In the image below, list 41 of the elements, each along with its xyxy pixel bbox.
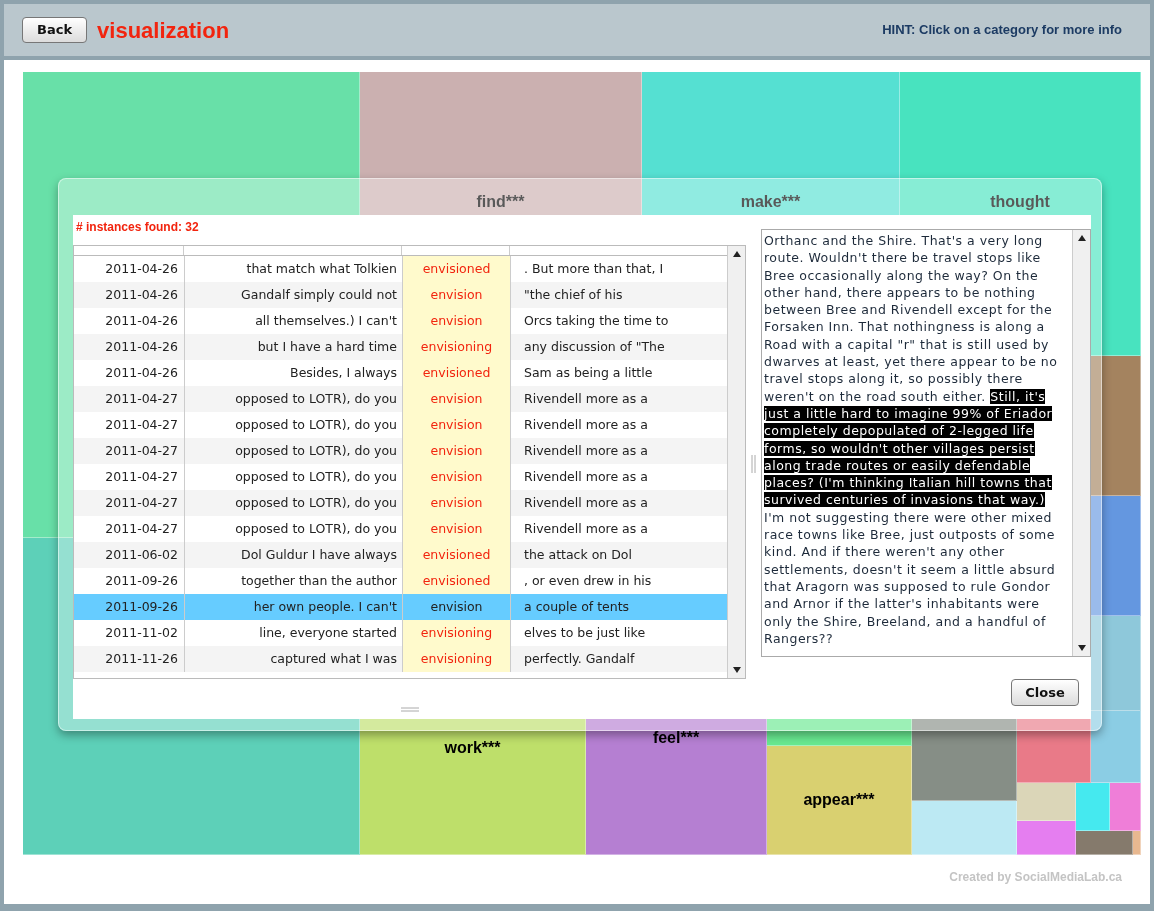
category-label: work*** xyxy=(444,738,501,758)
date-cell-text: 2011-04-27 xyxy=(104,441,179,460)
date-cell-text: 2011-06-02 xyxy=(104,545,179,564)
keyword-cell: envisioning xyxy=(402,334,510,360)
keyword-cell: envision xyxy=(402,412,510,438)
keyword-cell: envision xyxy=(402,516,510,542)
keyword-cell: envision xyxy=(402,464,510,490)
date-cell-text: 2011-09-26 xyxy=(104,597,179,616)
category-label: thought xyxy=(990,192,1050,212)
date-cell-text: 2011-04-26 xyxy=(104,337,179,356)
keyword-cell: envisioning xyxy=(402,646,510,672)
date-cell-text: 2011-04-27 xyxy=(104,493,179,512)
category-label: feel*** xyxy=(652,728,700,748)
keyword-cell: envisioned xyxy=(402,256,510,282)
date-cell-text: 2011-04-26 xyxy=(104,285,179,304)
date-cell-text: 2011-04-27 xyxy=(104,389,179,408)
date-cell-text: 2011-11-02 xyxy=(104,623,179,642)
keyword-cell: envision xyxy=(402,282,510,308)
date-cell-text: 2011-04-27 xyxy=(104,467,179,486)
date-cell-text: 2011-04-27 xyxy=(104,415,179,434)
keyword-cell: envision xyxy=(402,438,510,464)
page-title: visualization xyxy=(97,16,230,45)
date-cell-text: 2011-04-27 xyxy=(104,519,179,538)
keyword-cell: envisioning xyxy=(402,620,510,646)
date-cell-text: 2011-11-26 xyxy=(104,649,179,668)
instances-count: # instances found: 32 xyxy=(76,219,199,236)
keyword-cell: envisioned xyxy=(402,568,510,594)
credit-text: Created by SocialMediaLab.ca xyxy=(949,869,1122,886)
keyword-cell: envisioned xyxy=(402,360,510,386)
category-label: make*** xyxy=(740,192,801,212)
keyword-cell: envision xyxy=(402,386,510,412)
date-cell-text: 2011-09-26 xyxy=(104,571,179,590)
date-cell-text: 2011-04-26 xyxy=(104,311,179,330)
keyword-cell: envisioned xyxy=(402,542,510,568)
hint-text: HINT: Click on a category for more info xyxy=(882,21,1122,40)
category-label: find*** xyxy=(476,192,525,212)
keyword-cell: envision xyxy=(402,490,510,516)
date-cell-text: 2011-04-26 xyxy=(104,363,179,382)
date-cell-text: 2011-04-26 xyxy=(104,259,179,278)
keyword-cell: envision xyxy=(402,308,510,334)
category-label: appear*** xyxy=(803,790,875,810)
